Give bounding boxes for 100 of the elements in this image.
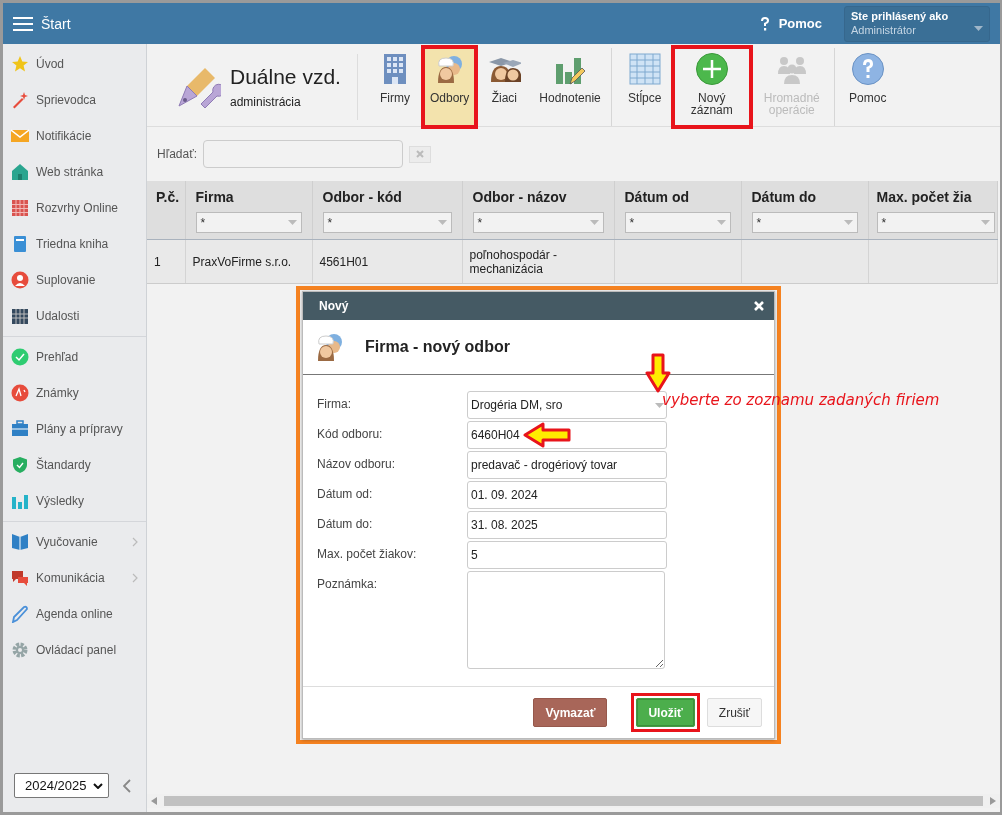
column-filter[interactable]: * [472, 212, 604, 233]
sidebar-item[interactable]: Úvod [3, 46, 146, 82]
menu-icon [13, 15, 33, 32]
text-field[interactable]: 5 [467, 541, 667, 569]
envelope-icon [11, 127, 29, 145]
sidebar-item[interactable]: Komunikácia [3, 560, 146, 596]
toolbar-button[interactable]: Odbory [424, 48, 476, 126]
field-label: Dátum do: [317, 516, 374, 533]
user-name: Administrátor [851, 23, 917, 36]
column-header[interactable]: Odbor - názov [472, 189, 604, 205]
sidebar-item[interactable]: Agenda online [3, 596, 146, 632]
sidebar-item[interactable]: Prehľad [3, 339, 146, 375]
dropdown-caret-icon [974, 25, 983, 31]
sidebar-item[interactable]: Plány a prípravy [3, 411, 146, 447]
person-icon [11, 271, 29, 289]
sidebar-item[interactable]: Sprievodca [3, 82, 146, 118]
caret-down-icon [287, 220, 297, 225]
help-icon [758, 15, 771, 32]
year-select[interactable]: 2024/2025 [14, 773, 109, 798]
module-subtitle: administrácia [230, 95, 302, 109]
caret-down-icon [980, 220, 990, 225]
pen-icon [11, 605, 29, 623]
toolbar-button[interactable]: Hodnotenie [533, 48, 612, 126]
caret-down-icon [655, 402, 664, 408]
column-filter[interactable]: * [876, 212, 995, 233]
down-arrow-icon [645, 353, 671, 393]
field-label: Firma: [317, 396, 352, 413]
add-circle-icon [694, 52, 729, 86]
toolbar-button[interactable]: Firmy [370, 48, 420, 126]
column-filter[interactable]: * [322, 212, 452, 233]
column-header[interactable]: Dátum od [624, 189, 731, 205]
field-label: Poznámka: [317, 576, 379, 593]
clear-search-button[interactable] [409, 145, 432, 163]
house-icon [11, 163, 29, 181]
field-label: Dátum od: [317, 486, 374, 503]
caret-down-icon [716, 220, 726, 225]
help-link[interactable]: Pomoc [758, 15, 822, 32]
chevron-right-icon [132, 537, 138, 547]
toolbar-button[interactable]: Pomoc [842, 48, 893, 126]
left-arrow-icon [523, 422, 571, 448]
field-label: Názov odboru: [317, 456, 397, 473]
scroll-left-icon [151, 797, 157, 805]
sidebar-item[interactable]: Udalosti [3, 298, 146, 334]
text-field[interactable]: 01. 09. 2024 [467, 481, 667, 509]
notebook-icon [11, 235, 29, 253]
table-cell: 1 [154, 254, 161, 269]
column-header[interactable]: Max. počet žia [876, 189, 995, 205]
dialog-button[interactable]: Zrušiť [706, 698, 762, 727]
column-header[interactable]: Firma [195, 189, 302, 205]
text-field[interactable]: predavač - drogériový tovar [467, 451, 667, 479]
sidebar-item[interactable]: Web stránka [3, 154, 146, 190]
settings-icon [11, 641, 29, 659]
sidebar-item[interactable]: Triedna kniha [3, 226, 146, 262]
search-field[interactable] [203, 140, 404, 168]
dialog-title: Nový [319, 299, 349, 313]
close-icon [754, 301, 764, 311]
sidebar-item[interactable]: Výsledky [3, 483, 146, 519]
app-title: Štart [41, 15, 71, 32]
table-cell: 4561H01 [319, 254, 369, 269]
module-title: Duálne vzd. [230, 65, 341, 89]
column-filter[interactable]: * [751, 212, 858, 233]
note-field[interactable] [467, 571, 665, 669]
toolbar-button[interactable]: Nový záznam [673, 48, 750, 126]
column-filter[interactable]: * [195, 212, 302, 233]
caret-down-icon [93, 782, 103, 789]
field-label: Kód odboru: [317, 426, 384, 443]
grade-icon [11, 384, 29, 402]
text-field[interactable]: 31. 08. 2025 [467, 511, 667, 539]
collapse-button[interactable] [123, 778, 131, 793]
column-header[interactable]: Dátum do [751, 189, 858, 205]
sidebar-item[interactable]: Ovládací panel [3, 632, 146, 668]
sidebar-item[interactable]: Suplovanie [3, 262, 146, 298]
help-circle-icon [850, 52, 885, 86]
caret-down-icon [843, 220, 853, 225]
toolbar-button[interactable]: Žiaci [479, 48, 530, 126]
user-label: Ste prihlásený ako [851, 9, 950, 22]
menu-button[interactable] [13, 15, 33, 32]
user-menu[interactable]: Ste prihlásený ako Administrátor [844, 5, 990, 42]
search-label: Hľadať: [157, 147, 198, 161]
sidebar-item[interactable]: Známky [3, 375, 146, 411]
caret-down-icon [589, 220, 599, 225]
toolbar-button[interactable]: Stĺpce [619, 48, 670, 126]
star-icon [11, 55, 29, 73]
check-circle-icon [11, 348, 29, 366]
grid-icon [11, 199, 29, 217]
magic-wand-icon [11, 91, 29, 109]
caret-down-icon [437, 220, 447, 225]
column-header[interactable]: Odbor - kód [322, 189, 452, 205]
dialog-button[interactable]: Vymazať [533, 698, 608, 727]
close-icon [416, 150, 425, 158]
table-columns-icon [627, 52, 662, 86]
sidebar-item[interactable]: Notifikácie [3, 118, 146, 154]
dialog-heading: Firma - nový odbor [365, 338, 510, 356]
sidebar-item[interactable]: Rozvrhy Online [3, 190, 146, 226]
column-filter[interactable]: * [624, 212, 731, 233]
sidebar-item[interactable]: Vyučovanie [3, 524, 146, 560]
briefcase-icon [11, 420, 29, 438]
close-button[interactable] [754, 301, 764, 311]
chevron-right-icon [132, 573, 138, 583]
sidebar-item[interactable]: Štandardy [3, 447, 146, 483]
